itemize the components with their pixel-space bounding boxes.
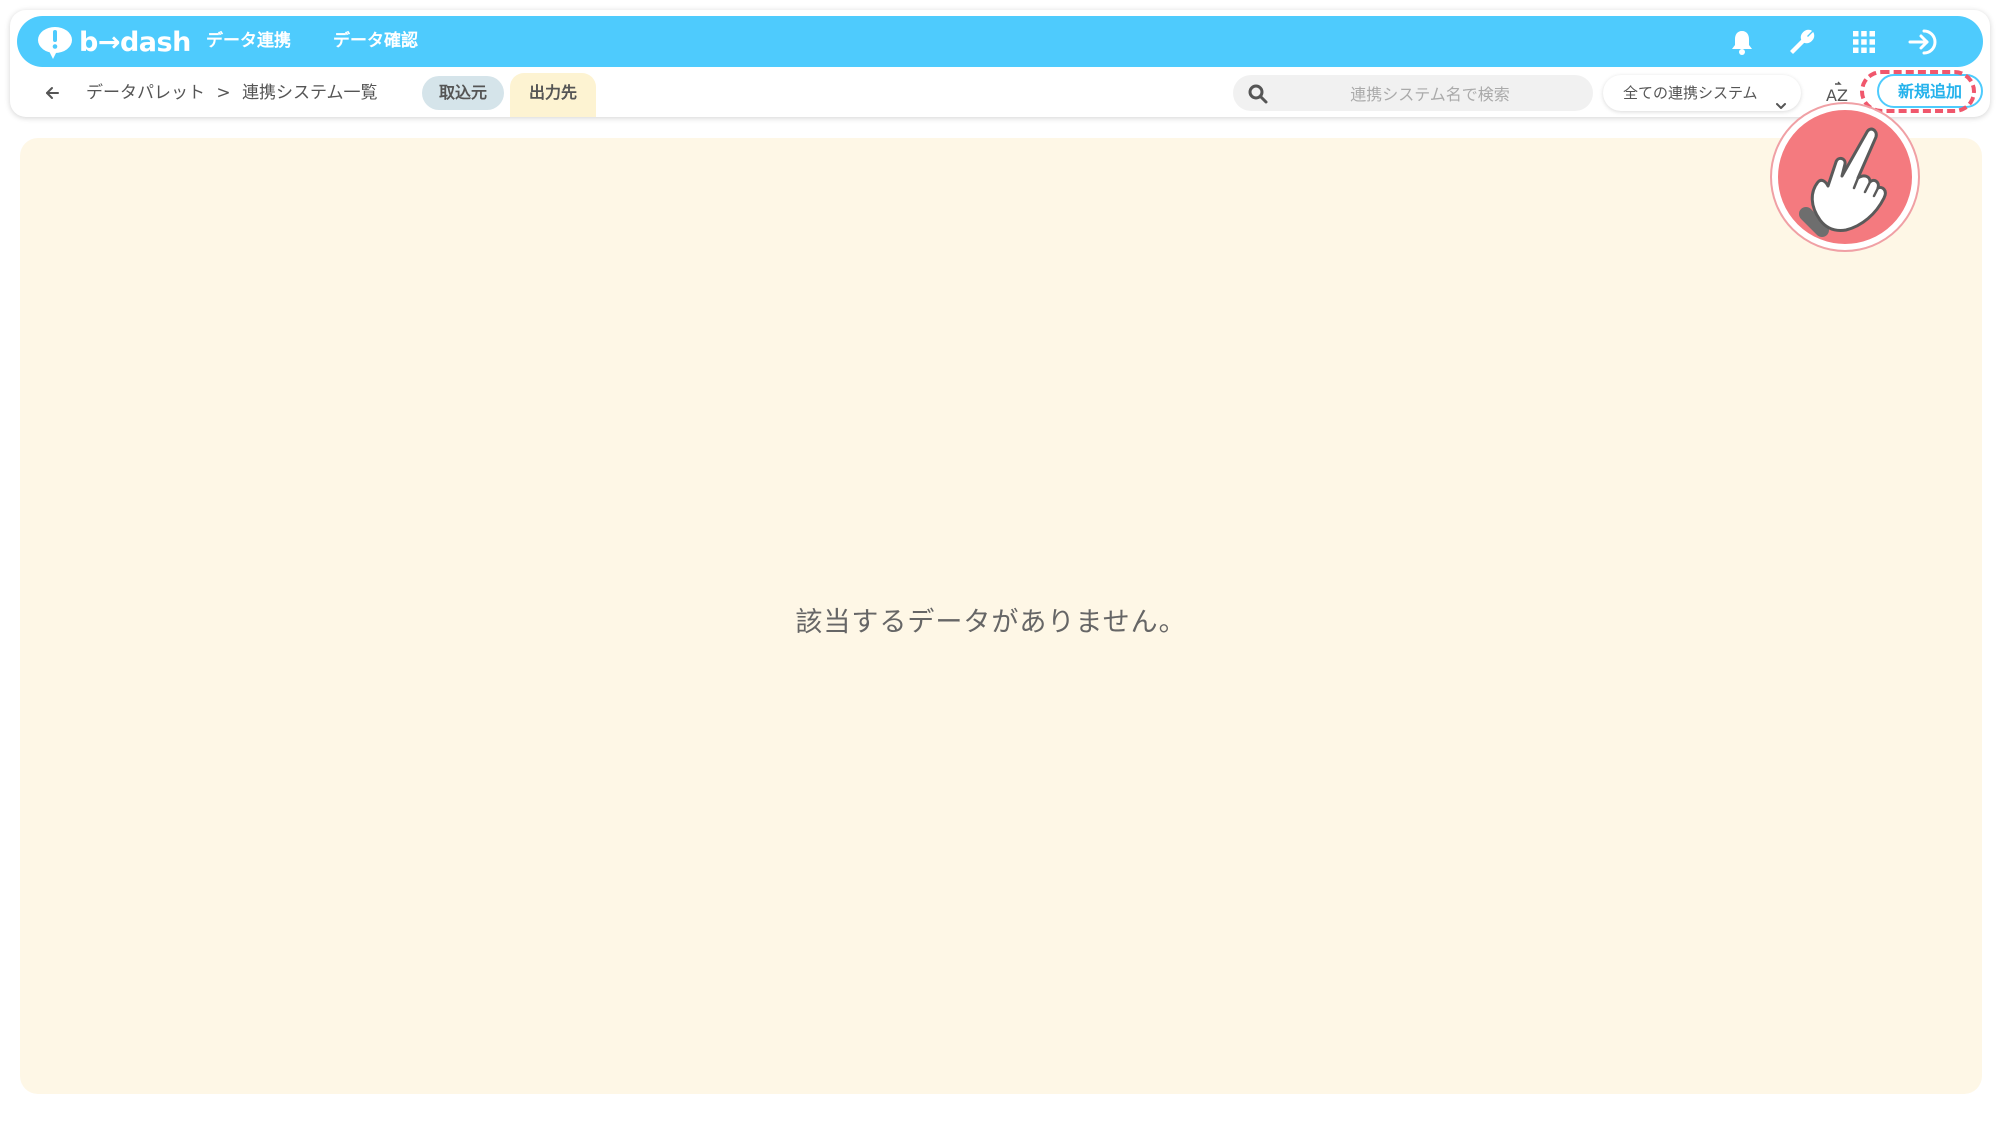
breadcrumb-current: 連携システム一覧 — [242, 83, 378, 103]
logout-icon[interactable] — [1907, 25, 1941, 59]
tab-import-source[interactable]: 取込元 — [422, 76, 504, 110]
bell-icon[interactable] — [1725, 25, 1759, 59]
breadcrumb-parent[interactable]: データパレット — [86, 83, 205, 103]
breadcrumb-separator: > — [216, 83, 231, 103]
search-box — [1233, 75, 1593, 113]
wrench-icon[interactable] — [1785, 25, 1819, 59]
bdash-logo[interactable]: b→dash — [37, 21, 191, 63]
search-icon — [1247, 83, 1269, 105]
top-navigation-bar: b→dash データ連携 データ確認 — [17, 16, 1983, 67]
grid-apps-icon[interactable] — [1847, 25, 1881, 59]
nav-data-integration[interactable]: データ連携 — [206, 16, 291, 67]
back-arrow-icon[interactable] — [40, 81, 66, 105]
logo-bubble-icon — [38, 27, 72, 59]
empty-state-message: 該当するデータがありません。 — [795, 607, 1187, 638]
chevron-down-icon — [1775, 88, 1787, 109]
search-input[interactable] — [1283, 75, 1577, 113]
filter-selected-value: 全ての連携システム — [1623, 84, 1758, 102]
sub-toolbar: データパレット > 連携システム一覧 取込元 出力先 全ての連携システム AZ … — [10, 70, 1990, 117]
nav-data-check[interactable]: データ確認 — [333, 16, 418, 67]
tutorial-pointer-hand-icon — [1770, 102, 1920, 252]
logo-text: b→dash — [79, 26, 191, 58]
tab-export-destination[interactable]: 出力先 — [510, 73, 596, 117]
breadcrumb: データパレット > 連携システム一覧 — [86, 70, 378, 117]
content-panel: 該当するデータがありません。 — [20, 138, 1982, 1094]
